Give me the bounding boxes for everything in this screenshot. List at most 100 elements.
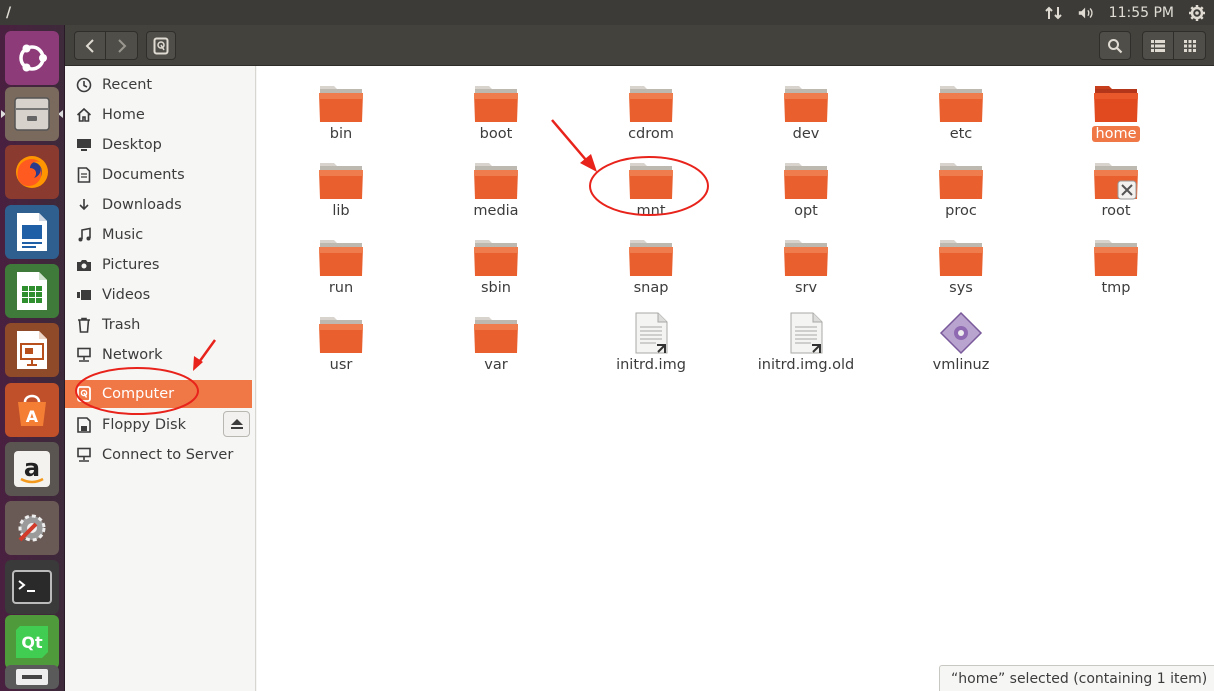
qt-creator-icon[interactable]: Qt <box>5 615 59 669</box>
file-item-bin[interactable]: bin <box>276 80 406 142</box>
software-center-icon[interactable]: A <box>5 383 59 437</box>
file-icon <box>937 311 985 355</box>
folder-icon <box>939 240 983 276</box>
grid-icon <box>1183 39 1196 52</box>
amazon-icon[interactable]: a <box>5 442 59 496</box>
sidebar-item-connect-to-server[interactable]: Connect to Server <box>65 441 252 469</box>
sidebar-item-music[interactable]: Music <box>65 221 252 249</box>
sidebar-item-home[interactable]: Home <box>65 101 252 129</box>
video-icon <box>75 286 93 304</box>
file-item-proc[interactable]: proc <box>896 157 1026 219</box>
clock[interactable]: 11:55 PM <box>1109 5 1174 21</box>
file-item-root[interactable]: root <box>1051 157 1181 219</box>
folder-icon <box>317 311 365 355</box>
download-icon <box>75 196 93 214</box>
file-item-mnt[interactable]: mnt <box>586 157 716 219</box>
file-item-media[interactable]: media <box>431 157 561 219</box>
file-item-run[interactable]: run <box>276 234 406 296</box>
gear-icon[interactable] <box>1188 4 1206 22</box>
sidebar-item-downloads[interactable]: Downloads <box>65 191 252 219</box>
file-item-srv[interactable]: srv <box>741 234 871 296</box>
folder-icon <box>1094 163 1138 200</box>
nav-buttons <box>74 31 138 60</box>
sidebar-item-network[interactable]: Network <box>65 341 252 369</box>
network-arrows-icon[interactable] <box>1044 4 1063 22</box>
sidebar-item-label: Network <box>102 347 163 363</box>
status-bar: “home” selected (containing 1 item) <box>939 665 1214 691</box>
back-button[interactable] <box>75 32 107 59</box>
folder-icon <box>629 240 673 276</box>
sidebar-item-trash[interactable]: Trash <box>65 311 252 339</box>
terminal-icon[interactable] <box>5 560 59 614</box>
sidebar-item-videos[interactable]: Videos <box>65 281 252 309</box>
sidebar-item-label: Recent <box>102 77 153 93</box>
folder-icon <box>474 317 518 353</box>
file-item-label: tmp <box>1101 280 1131 296</box>
floppy-icon <box>75 416 93 434</box>
camera-icon <box>75 256 93 274</box>
file-item-tmp[interactable]: tmp <box>1051 234 1181 296</box>
file-item-sys[interactable]: sys <box>896 234 1026 296</box>
file-item-dev[interactable]: dev <box>741 80 871 142</box>
chevron-left-icon <box>85 38 94 53</box>
file-item-etc[interactable]: etc <box>896 80 1026 142</box>
sidebar-item-label: Pictures <box>102 257 160 273</box>
folder-icon <box>474 240 518 276</box>
calc-icon[interactable] <box>5 264 59 318</box>
sidebar-item-recent[interactable]: Recent <box>65 71 252 99</box>
sidebar-item-desktop[interactable]: Desktop <box>65 131 252 159</box>
eject-floppy-button[interactable] <box>223 411 250 437</box>
list-view-button[interactable] <box>1143 32 1175 59</box>
file-item-vmlinuz[interactable]: vmlinuz <box>896 311 1026 373</box>
file-item-cdrom[interactable]: cdrom <box>586 80 716 142</box>
header-bar <box>65 25 1214 66</box>
system-settings-icon[interactable] <box>5 501 59 555</box>
folder-icon <box>937 157 985 201</box>
sidebar-item-label: Connect to Server <box>102 447 234 463</box>
file-item-opt[interactable]: opt <box>741 157 871 219</box>
file-item-snap[interactable]: snap <box>586 234 716 296</box>
executable-icon <box>939 311 983 355</box>
list-icon <box>1151 39 1165 52</box>
forward-button[interactable] <box>106 32 137 59</box>
file-item-label: opt <box>794 203 818 219</box>
sidebar-item-documents[interactable]: Documents <box>65 161 252 189</box>
ubuntu-dash-icon[interactable] <box>5 31 59 85</box>
file-item-usr[interactable]: usr <box>276 311 406 373</box>
files-icon[interactable] <box>5 87 59 141</box>
printer-icon[interactable] <box>5 665 59 689</box>
writer-icon[interactable] <box>5 205 59 259</box>
folder-icon <box>629 163 673 199</box>
sidebar-item-label: Documents <box>102 167 185 183</box>
sidebar-item-computer[interactable]: Computer <box>65 380 252 408</box>
file-item-lib[interactable]: lib <box>276 157 406 219</box>
folder-icon <box>317 157 365 201</box>
folder-icon <box>784 240 828 276</box>
grid-view-button[interactable] <box>1174 32 1205 59</box>
file-item-initrd-img[interactable]: initrd.img <box>586 311 716 373</box>
sidebar-item-pictures[interactable]: Pictures <box>65 251 252 279</box>
file-item-boot[interactable]: boot <box>431 80 561 142</box>
path-bar-computer-button[interactable] <box>146 31 176 60</box>
sidebar-item-label: Videos <box>102 287 151 303</box>
folder-icon <box>937 80 985 124</box>
impress-icon[interactable] <box>5 323 59 377</box>
server-icon <box>75 446 93 464</box>
file-item-label: root <box>1101 203 1131 219</box>
firefox-icon[interactable] <box>5 145 59 199</box>
search-button[interactable] <box>1099 31 1131 60</box>
folder-icon <box>627 80 675 124</box>
sidebar-item-label: Music <box>102 227 144 243</box>
file-item-label: var <box>484 357 508 373</box>
desktop-icon <box>75 136 93 154</box>
folder-icon <box>472 157 520 201</box>
folder-icon <box>782 80 830 124</box>
file-item-sbin[interactable]: sbin <box>431 234 561 296</box>
file-item-home[interactable]: home <box>1051 80 1181 142</box>
file-item-var[interactable]: var <box>431 311 561 373</box>
volume-icon[interactable] <box>1077 4 1095 22</box>
folder-icon <box>472 234 520 278</box>
folder-icon <box>472 80 520 124</box>
folder-icon <box>1092 80 1140 124</box>
file-item-initrd-img-old[interactable]: initrd.img.old <box>741 311 871 373</box>
